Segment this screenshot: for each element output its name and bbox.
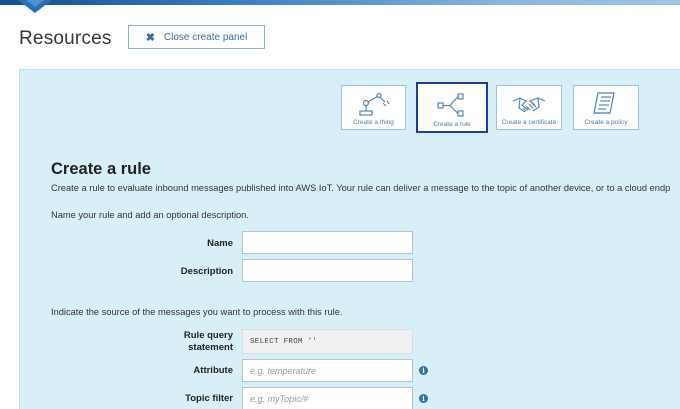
rule-query-label-line1: Rule query xyxy=(183,330,233,341)
rule-query-statement: SELECT FROM '' xyxy=(242,329,413,354)
topic-filter-info-icon[interactable]: i xyxy=(419,394,428,403)
attribute-label: Attribute xyxy=(193,365,233,376)
handshake-icon xyxy=(512,97,546,113)
create-certificate-tile[interactable]: Create a certificate xyxy=(496,85,562,130)
form-heading: Create a rule xyxy=(51,160,151,178)
rule-query-label-line2: statement xyxy=(188,342,233,353)
close-create-panel-button[interactable]: ✖ Close create panel xyxy=(128,25,265,49)
rule-branch-icon xyxy=(437,93,464,117)
name-label: Name xyxy=(207,238,233,249)
rule-query-label: Rule query statement xyxy=(113,330,233,354)
tile-label: Create a policy xyxy=(584,119,628,126)
tile-label: Create a rule xyxy=(433,121,471,128)
robot-arm-icon xyxy=(358,92,389,116)
create-thing-tile[interactable]: Create a thing xyxy=(341,85,406,130)
attribute-info-icon[interactable]: i xyxy=(419,366,428,375)
top-nav-bar xyxy=(0,0,680,5)
create-rule-tile[interactable]: Create a rule xyxy=(416,82,488,133)
logo-icon[interactable] xyxy=(18,0,52,13)
create-policy-tile[interactable]: Create a policy xyxy=(573,85,639,130)
create-panel: Create a thing Create a rule Create a ce… xyxy=(19,69,680,409)
form-intro-text: Create a rule to evaluate inbound messag… xyxy=(51,183,671,193)
page-title: Resources xyxy=(19,28,112,49)
close-x-icon: ✖ xyxy=(145,31,155,44)
attribute-input[interactable] xyxy=(242,359,413,382)
tile-label: Create a thing xyxy=(353,119,394,126)
topic-filter-label: Topic filter xyxy=(185,393,233,404)
tile-label: Create a certificate xyxy=(501,119,557,126)
policy-document-icon xyxy=(593,92,615,114)
rule-name-input[interactable] xyxy=(242,231,413,254)
topic-filter-input[interactable] xyxy=(242,387,413,409)
source-prompt-text: Indicate the source of the messages you … xyxy=(51,307,343,317)
name-prompt-text: Name your rule and add an optional descr… xyxy=(51,210,249,220)
description-label: Description xyxy=(180,266,233,277)
close-button-label: Close create panel xyxy=(163,31,248,43)
description-input[interactable] xyxy=(242,259,413,282)
